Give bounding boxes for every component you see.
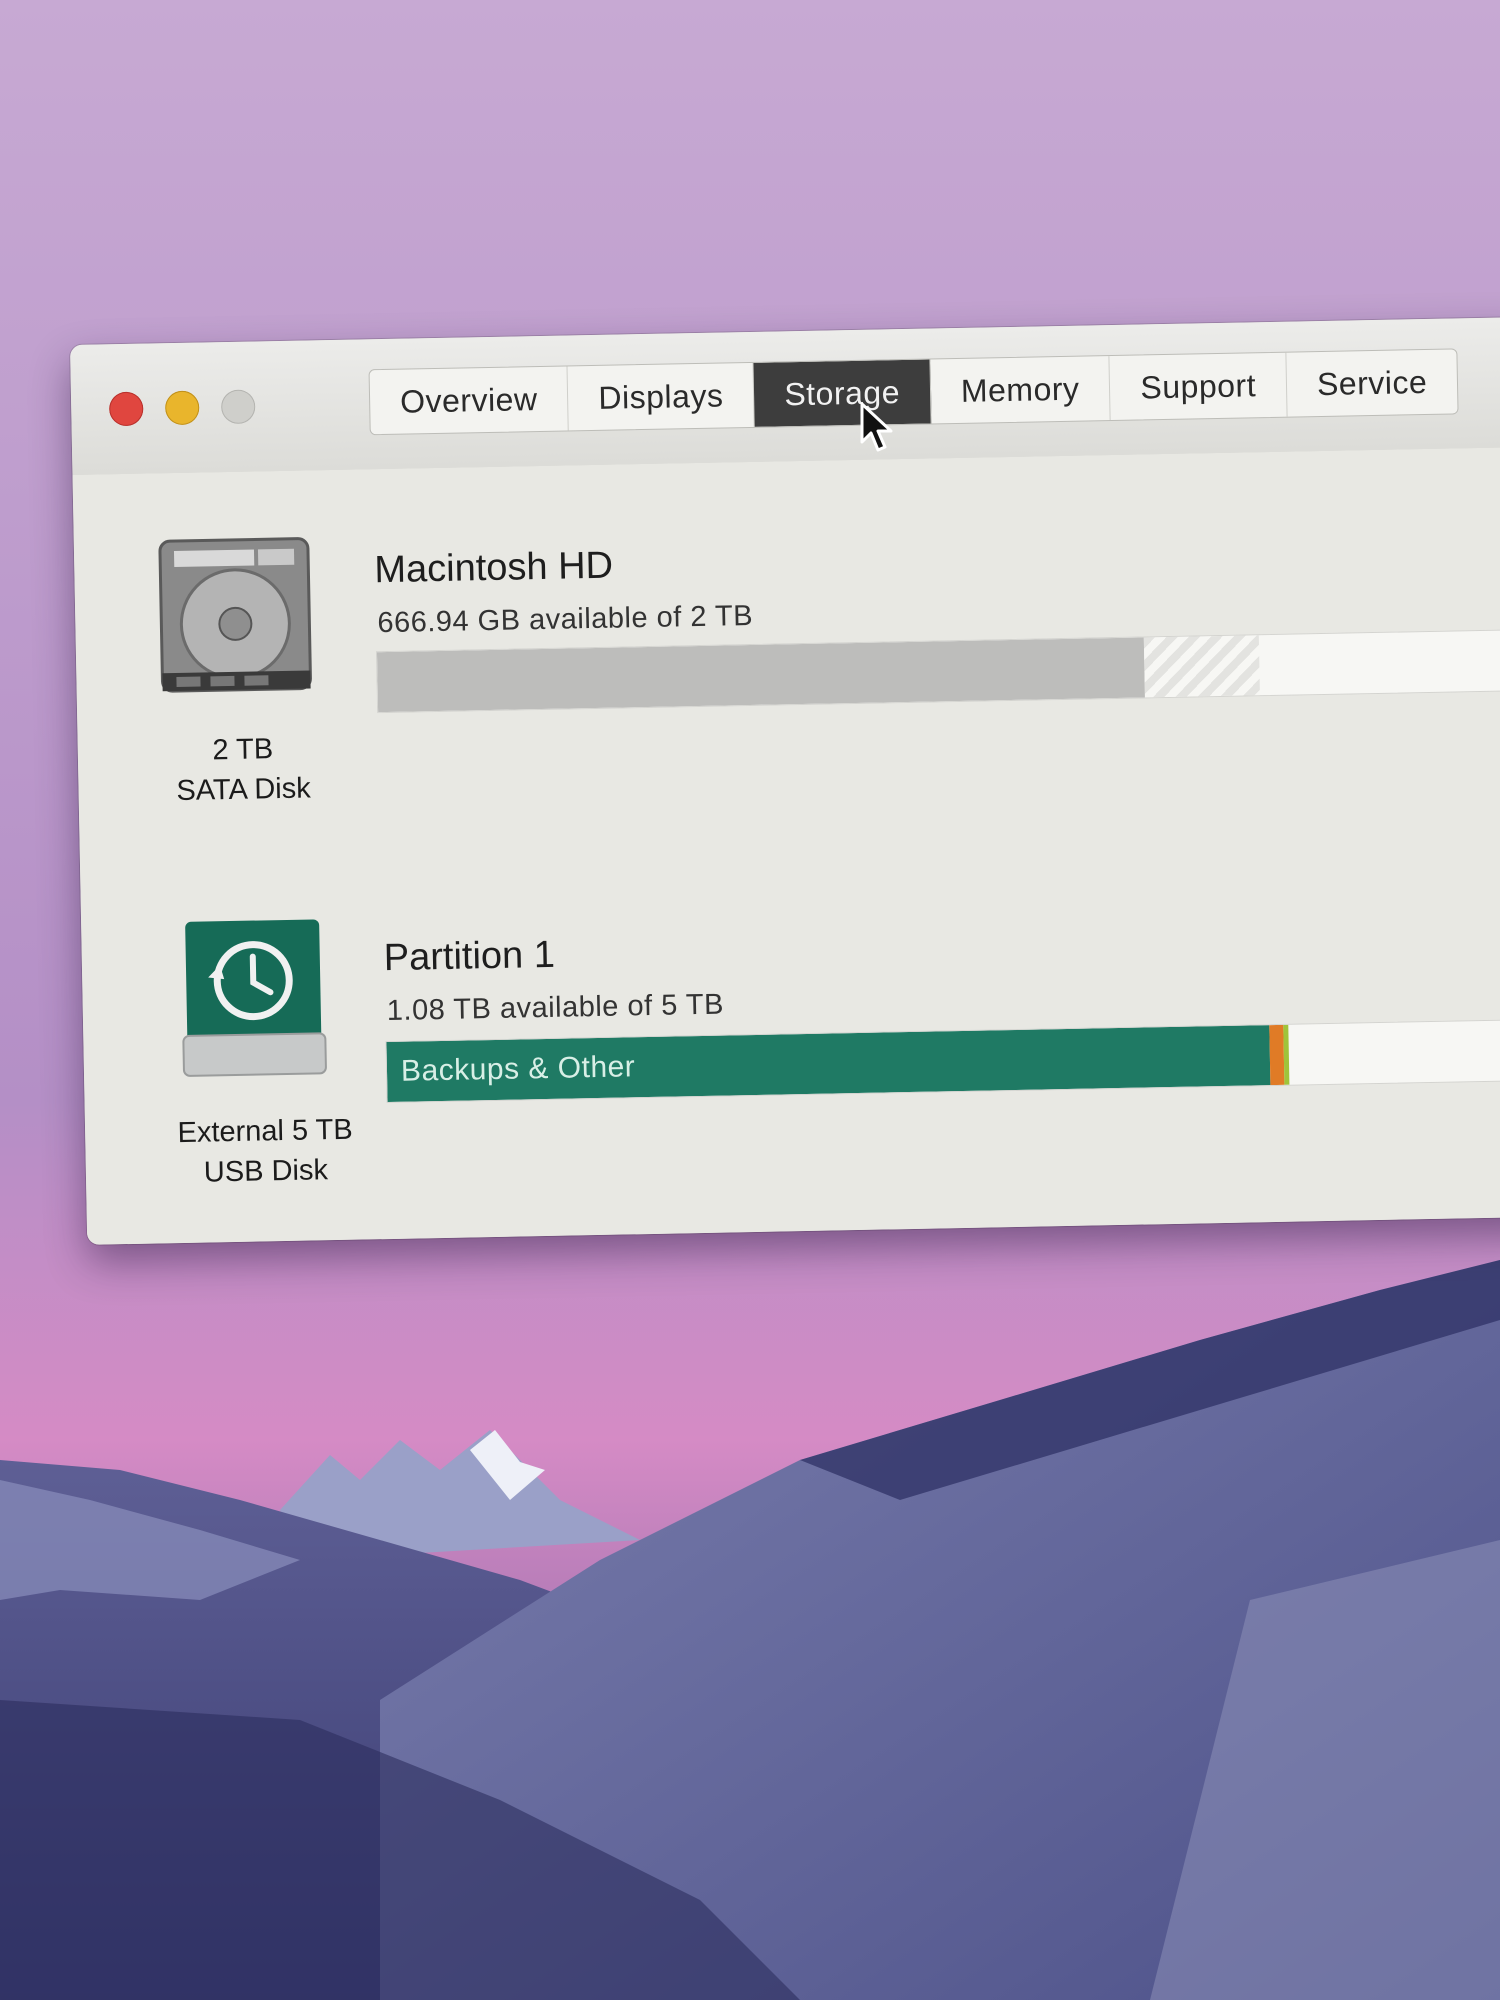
tab-overview[interactable]: Overview [369, 366, 570, 435]
internal-volume-name: Macintosh HD [373, 544, 614, 592]
internal-disk-type: SATA Disk [176, 772, 312, 808]
tab-displays[interactable]: Displays [567, 362, 755, 431]
internal-volume-available: 666.94 GB available of 2 TB [377, 599, 754, 640]
external-storage-bar: Backups & Other [385, 1018, 1500, 1104]
zoom-button[interactable] [220, 389, 256, 425]
traffic-lights [108, 389, 256, 427]
external-disk-type: USB Disk [203, 1154, 329, 1189]
time-machine-drive-icon [177, 915, 330, 1088]
tab-storage[interactable]: Storage [753, 359, 932, 427]
other-segment-orange [1269, 1024, 1285, 1086]
mouse-cursor [860, 402, 894, 459]
internal-storage-bar [375, 629, 1500, 714]
backups-segment-label: Backups & Other [400, 1050, 636, 1088]
about-this-mac-window: Overview Displays Storage Memory Support… [70, 316, 1500, 1245]
external-volume-name: Partition 1 [383, 933, 556, 980]
other-segment-green [1283, 1024, 1290, 1085]
external-disk-caption: External 5 TB USB Disk [145, 1109, 386, 1194]
internal-disk-caption: 2 TB SATA Disk [137, 728, 348, 812]
internal-used-segment [376, 637, 1146, 713]
minimize-button[interactable] [164, 390, 200, 426]
internal-disk-capacity: 2 TB [212, 733, 274, 767]
backups-segment: Backups & Other [386, 1025, 1271, 1103]
tab-bar: Overview Displays Storage Memory Support… [368, 348, 1459, 436]
close-button[interactable] [108, 391, 144, 427]
tab-service[interactable]: Service [1286, 349, 1457, 416]
storage-pane: 2 TB SATA Disk Macintosh HD 666.94 GB av… [72, 446, 1500, 1245]
tab-memory[interactable]: Memory [930, 356, 1112, 424]
tab-support[interactable]: Support [1109, 352, 1288, 421]
external-disk-capacity: External 5 TB [177, 1113, 354, 1150]
internal-purgeable-segment [1143, 635, 1260, 698]
hard-drive-icon [154, 530, 317, 703]
external-volume-available: 1.08 TB available of 5 TB [386, 988, 725, 1028]
